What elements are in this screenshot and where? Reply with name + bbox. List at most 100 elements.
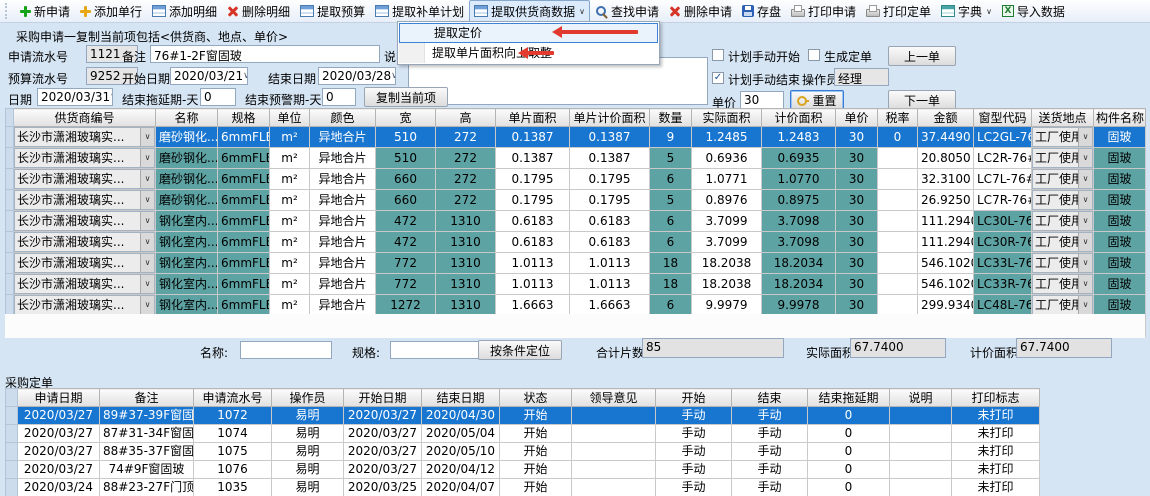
cell-part_name[interactable]: 固玻 [1094,232,1146,253]
column-header-unit_price[interactable]: 单价 [836,109,878,127]
cell-width[interactable]: 1272 [376,295,436,316]
cell-operator[interactable]: 易明 [272,443,344,461]
combo-cell[interactable]: 工厂使用∨ [1032,211,1093,231]
cell-supplier[interactable]: 长沙市潇湘玻璃实...∨ [14,127,156,148]
cell-height[interactable]: 1310 [436,211,496,232]
cell-end_date[interactable]: 2020/05/10 [422,443,500,461]
row-indicator[interactable] [6,190,14,211]
row-indicator[interactable] [6,148,14,169]
cell-amount[interactable]: 546.1020 [918,253,974,274]
column-header-start_date[interactable]: 开始日期 [344,389,422,407]
cell-part_name[interactable]: 固玻 [1094,211,1146,232]
column-header-status[interactable]: 状态 [500,389,572,407]
chevron-down-icon[interactable]: ∨ [140,296,154,314]
cell-note[interactable] [890,461,952,479]
cell-spec[interactable]: 6mmFLE... [218,295,270,316]
unit-price-field[interactable]: 30 [740,91,784,109]
cell-name[interactable]: 磨砂钢化... [156,148,218,169]
cell-end_delay[interactable]: 0 [808,443,890,461]
cell-delivery[interactable]: 工厂使用∨ [1032,232,1094,253]
cell-status[interactable]: 开始 [500,479,572,496]
table-row[interactable]: 长沙市潇湘玻璃实...∨钢化室内...6mmFLE...m²异地合片772131… [6,253,1146,274]
cell-spec[interactable]: 6mmFLE... [218,169,270,190]
chevron-down-icon[interactable]: ∨ [140,212,154,230]
row-indicator[interactable] [6,169,14,190]
cell-actual_area[interactable]: 18.2038 [692,274,762,295]
cell-height[interactable]: 272 [436,169,496,190]
cell-unit[interactable]: m² [270,295,310,316]
cell-piece_price_area[interactable]: 0.6183 [570,232,650,253]
cell-end_date[interactable]: 2020/04/07 [422,479,500,496]
cell-operator[interactable]: 易明 [272,425,344,443]
cell-width[interactable]: 772 [376,274,436,295]
table-row[interactable]: 长沙市潇湘玻璃实...∨磨砂钢化...6mmFLE...m²异地合片510272… [6,148,1146,169]
cell-unit[interactable]: m² [270,127,310,148]
cell-note[interactable] [890,479,952,496]
manual-start-checkbox[interactable] [712,49,724,61]
cell-height[interactable]: 1310 [436,253,496,274]
combo-cell[interactable]: 长沙市潇湘玻璃实...∨ [14,211,155,231]
cell-note[interactable] [890,425,952,443]
cell-tax_rate[interactable] [878,169,918,190]
cell-apply_date[interactable]: 2020/03/27 [18,425,100,443]
toolbar-button-extract-budget[interactable]: 提取预算 [295,0,370,23]
cell-unit_price[interactable]: 30 [836,169,878,190]
cell-spec[interactable]: 6mmFLE... [218,274,270,295]
cell-part_name[interactable]: 固玻 [1094,148,1146,169]
chevron-down-icon[interactable]: ∨ [1078,170,1092,188]
cell-operator[interactable]: 易明 [272,407,344,425]
cell-end_delay[interactable]: 0 [808,479,890,496]
cell-window_code[interactable]: LC2GL-76#... [974,127,1032,148]
cell-tax_rate[interactable] [878,232,918,253]
cell-start_date[interactable]: 2020/03/25 [344,479,422,496]
toolbar-button-import-data[interactable]: X 导入数据 [997,0,1070,23]
cell-tax_rate[interactable] [878,211,918,232]
table-row[interactable]: 长沙市潇湘玻璃实...∨钢化室内...6mmFLE...m²异地合片472131… [6,232,1146,253]
chevron-down-icon[interactable]: ∨ [243,71,248,81]
start-date-picker[interactable]: 2020/03/21∨ [170,67,248,85]
cell-apply_date[interactable]: 2020/03/27 [18,407,100,425]
cell-supplier[interactable]: 长沙市潇湘玻璃实...∨ [14,295,156,316]
cell-unit_price[interactable]: 30 [836,295,878,316]
cell-amount[interactable]: 37.4490 [918,127,974,148]
combo-cell[interactable]: 长沙市潇湘玻璃实...∨ [14,253,155,273]
cell-unit_price[interactable]: 30 [836,232,878,253]
row-indicator[interactable] [6,425,18,443]
cell-part_name[interactable]: 固玻 [1094,127,1146,148]
column-header-unit[interactable]: 单位 [270,109,310,127]
cell-piece_area[interactable]: 1.0113 [496,274,570,295]
cell-piece_area[interactable]: 0.1795 [496,169,570,190]
combo-cell[interactable]: 长沙市潇湘玻璃实...∨ [14,169,155,189]
column-header-piece_price_area[interactable]: 单片计价面积 [570,109,650,127]
toolbar-button-find-application[interactable]: 查找申请 [590,0,664,23]
cell-color[interactable]: 异地合片 [310,232,376,253]
column-header-tax_rate[interactable]: 税率 [878,109,918,127]
cell-start_date[interactable]: 2020/03/27 [344,443,422,461]
cell-end_date[interactable]: 2020/05/04 [422,425,500,443]
cell-color[interactable]: 异地合片 [310,127,376,148]
cell-qty[interactable]: 18 [650,274,692,295]
column-header-piece_area[interactable]: 单片面积 [496,109,570,127]
cell-supplier[interactable]: 长沙市潇湘玻璃实...∨ [14,253,156,274]
cell-piece_area[interactable]: 1.6663 [496,295,570,316]
previous-order-button[interactable]: 上一单 [888,46,956,66]
cell-remark[interactable]: 87#31-34F窗固玻 [100,425,194,443]
cell-width[interactable]: 510 [376,127,436,148]
toolbar-button-new-application[interactable]: 新申请 [15,0,75,23]
generate-order-checkbox[interactable] [808,49,820,61]
cell-color[interactable]: 异地合片 [310,295,376,316]
cell-remark[interactable]: 74#9F窗固玻 [100,461,194,479]
cell-amount[interactable]: 20.8050 [918,148,974,169]
cell-price_area[interactable]: 1.0770 [762,169,836,190]
cell-print_flag[interactable]: 未打印 [952,479,1040,496]
cell-width[interactable]: 660 [376,190,436,211]
cell-spec[interactable]: 6mmFLE... [218,211,270,232]
cell-actual_area[interactable]: 0.8976 [692,190,762,211]
cell-width[interactable]: 660 [376,169,436,190]
column-header-note[interactable]: 说明 [890,389,952,407]
copy-current-button[interactable]: 复制当前项 [364,87,448,107]
cell-qty[interactable]: 18 [650,253,692,274]
column-header-width[interactable]: 宽 [376,109,436,127]
cell-piece_area[interactable]: 0.6183 [496,232,570,253]
column-header-qty[interactable]: 数量 [650,109,692,127]
